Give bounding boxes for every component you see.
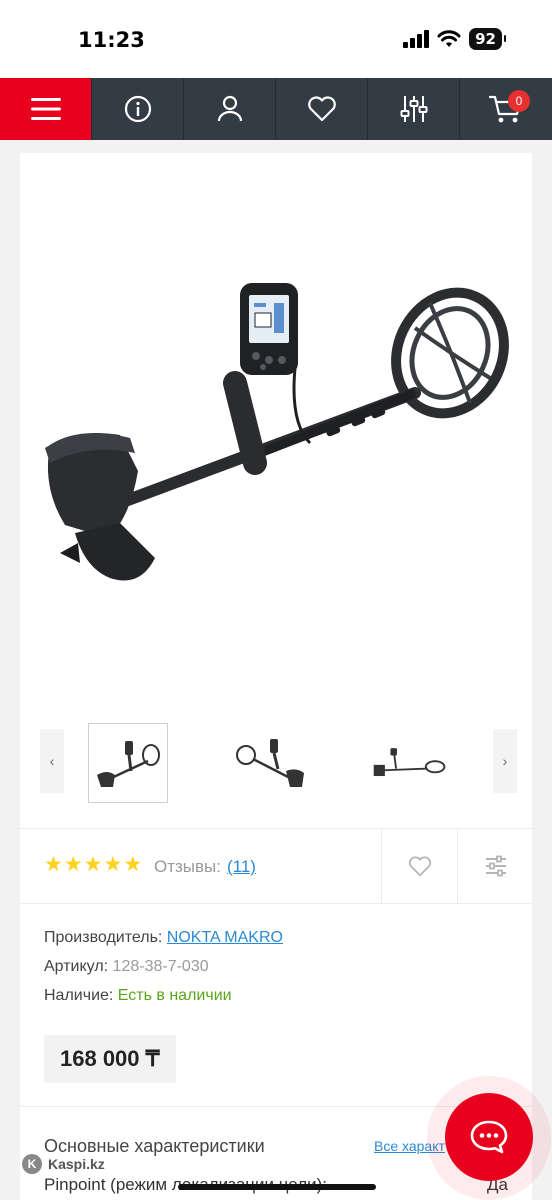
chat-icon	[470, 1120, 508, 1154]
battery-indicator: 92	[469, 28, 506, 50]
thumbnail-strip: ‹ ›	[20, 721, 532, 805]
manufacturer-link[interactable]: NOKTA MAKRO	[167, 929, 283, 946]
sku-label: Артикул:	[44, 958, 109, 975]
kaspi-logo-icon: K	[22, 1154, 42, 1174]
cart-button[interactable]: 0	[460, 78, 552, 140]
thumbnail-next-button[interactable]: ›	[493, 729, 517, 793]
chevron-left-icon: ‹	[49, 753, 55, 769]
user-icon	[217, 95, 242, 122]
price: 168 000 ₸	[44, 1035, 176, 1083]
product-card: ‹ › ★ ★ ★ ★ ★ Отзывы: (11) Производитель…	[20, 153, 532, 1200]
thumbnail-3[interactable]	[370, 723, 450, 803]
star-icon: ★	[123, 852, 143, 876]
status-time: 11:23	[78, 28, 145, 52]
heart-icon	[307, 96, 336, 122]
wishlist-button[interactable]	[276, 78, 368, 140]
filter-icon	[400, 96, 427, 122]
thumbnail-image	[97, 741, 160, 787]
availability-value: Есть в наличии	[117, 987, 232, 1004]
manufacturer-label: Производитель:	[44, 929, 163, 946]
kaspi-watermark: K Kaspi.kz	[22, 1154, 105, 1174]
info-icon	[124, 95, 151, 123]
divider	[20, 903, 532, 904]
sku-value: 128-38-7-030	[112, 958, 209, 975]
reviews-count-link[interactable]: (11)	[227, 857, 256, 876]
star-icon: ★	[63, 852, 83, 876]
thumbnail-2[interactable]	[228, 723, 308, 803]
home-indicator	[178, 1184, 376, 1190]
heart-icon	[408, 855, 431, 876]
reviews: Отзывы: (11)	[154, 857, 256, 877]
metal-detector-image	[45, 283, 509, 581]
menu-icon	[30, 98, 61, 120]
kaspi-watermark-text: Kaspi.kz	[48, 1156, 105, 1172]
compare-icon	[485, 855, 506, 877]
menu-button[interactable]	[0, 78, 92, 140]
star-icon: ★	[83, 852, 103, 876]
availability-label: Наличие:	[44, 987, 114, 1004]
product-info: Производитель: NOKTA MAKRO Артикул: 128-…	[44, 929, 283, 1016]
star-icon: ★	[44, 852, 63, 876]
chevron-right-icon: ›	[502, 753, 508, 769]
sku-line: Артикул: 128-38-7-030	[44, 958, 283, 987]
compare-nav-button[interactable]	[368, 78, 460, 140]
rating-stars: ★ ★ ★ ★ ★	[44, 854, 142, 875]
reviews-label: Отзывы:	[154, 857, 221, 876]
add-to-wishlist-button[interactable]	[381, 829, 457, 903]
thumbnail-prev-button[interactable]: ‹	[40, 729, 64, 793]
add-to-compare-button[interactable]	[457, 829, 533, 903]
product-main-image[interactable]	[20, 153, 532, 713]
chat-button[interactable]	[445, 1093, 533, 1181]
info-button[interactable]	[92, 78, 184, 140]
rating-row: ★ ★ ★ ★ ★ Отзывы: (11)	[20, 829, 532, 903]
thumbnail-image	[373, 748, 446, 777]
availability-line: Наличие: Есть в наличии	[44, 987, 283, 1016]
wifi-icon	[437, 30, 461, 47]
thumbnail-image	[236, 739, 304, 787]
top-navigation: 0	[0, 78, 552, 140]
status-bar: 11:23 92	[0, 0, 552, 78]
status-indicators: 92	[403, 28, 506, 50]
manufacturer-line: Производитель: NOKTA MAKRO	[44, 929, 283, 958]
account-button[interactable]	[184, 78, 276, 140]
cart-count-badge: 0	[508, 90, 530, 112]
thumbnail-1[interactable]	[88, 723, 168, 803]
star-icon: ★	[103, 852, 123, 876]
signal-icon	[403, 30, 430, 48]
